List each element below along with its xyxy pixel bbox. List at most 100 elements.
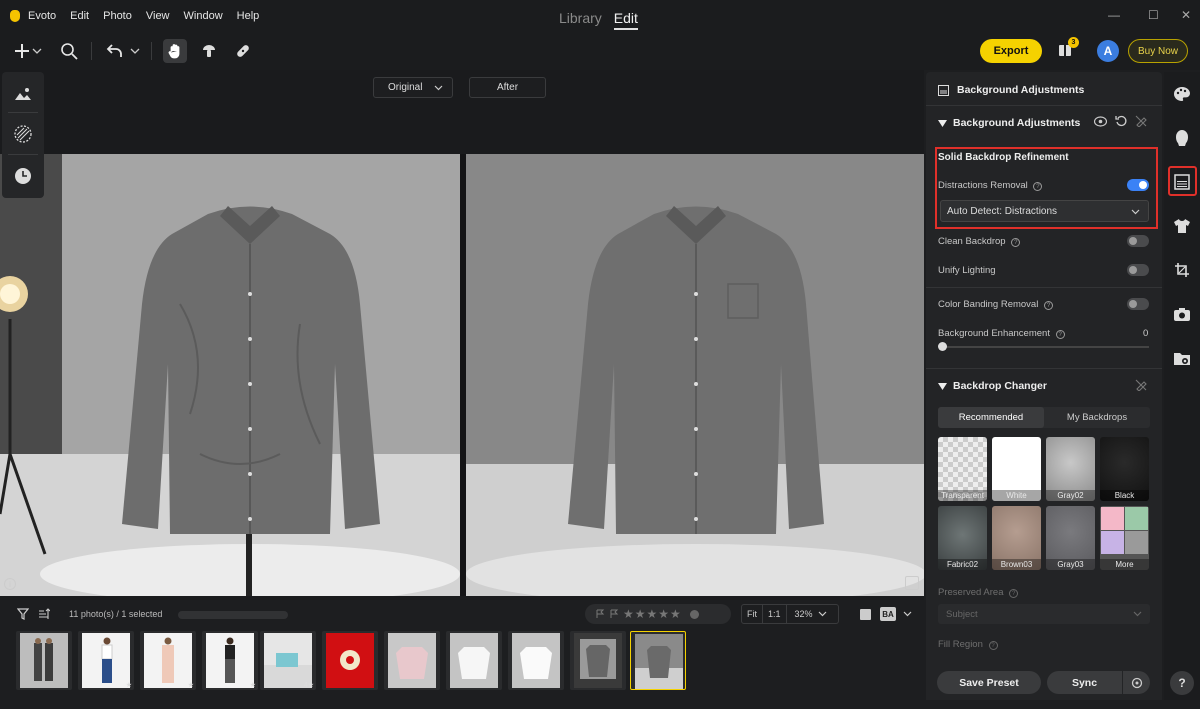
thumbnail[interactable]: ★ <box>202 631 258 690</box>
star-rating[interactable]: ★★★★★ <box>623 607 682 621</box>
section-title: Backdrop Changer <box>953 380 1047 392</box>
help-icon[interactable]: ? <box>1055 330 1065 339</box>
close-icon[interactable]: ✕ <box>1181 8 1191 22</box>
clothing-icon[interactable] <box>1172 216 1192 236</box>
menu-view[interactable]: View <box>146 10 170 22</box>
folder-view-icon[interactable] <box>1172 348 1192 368</box>
backdrop-white[interactable]: White <box>992 437 1041 501</box>
color-label-dot[interactable] <box>689 609 699 619</box>
export-button[interactable]: Export <box>980 39 1042 63</box>
maximize-icon[interactable]: ☐ <box>1148 8 1159 22</box>
backdrop-more[interactable]: More <box>1100 506 1149 570</box>
view-options-chevron-icon[interactable] <box>903 611 912 617</box>
eraser-disabled-icon[interactable] <box>1135 379 1147 391</box>
zoom-fit-button[interactable]: Fit <box>742 605 763 623</box>
split-view-icon[interactable] <box>905 576 919 590</box>
help-icon[interactable]: ? <box>1011 238 1021 247</box>
bg-enhancement-slider-track[interactable] <box>940 346 1149 348</box>
backdrop-black[interactable]: Black <box>1100 437 1149 501</box>
backdrop-brown03[interactable]: Brown03 <box>992 506 1041 570</box>
backdrop-transparent[interactable]: Transparent <box>938 437 987 501</box>
filter-icon[interactable] <box>17 608 29 620</box>
help-button[interactable]: ? <box>1170 671 1194 695</box>
help-icon[interactable]: ? <box>1009 589 1019 598</box>
thumbnail[interactable] <box>570 631 626 690</box>
thumbnail[interactable]: ★ <box>78 631 134 690</box>
undo-history-chevron-icon[interactable] <box>128 40 142 62</box>
view-mode-select[interactable]: Original <box>373 77 453 98</box>
menu-edit[interactable]: Edit <box>70 10 89 22</box>
preserved-area-text: Preserved Area <box>938 587 1004 598</box>
buy-now-button[interactable]: Buy Now <box>1128 39 1188 63</box>
face-retouch-icon[interactable] <box>1172 128 1192 148</box>
reject-flag-icon[interactable] <box>609 609 619 619</box>
backdrop-label: More <box>1100 559 1149 570</box>
section-title: Background Adjustments <box>953 117 1081 129</box>
palette-icon[interactable] <box>1172 84 1192 104</box>
visibility-eye-icon[interactable] <box>1094 116 1107 127</box>
thumbnail-selected[interactable] <box>630 631 686 690</box>
tab-edit[interactable]: Edit <box>613 10 638 30</box>
info-icon[interactable]: i <box>4 578 16 590</box>
minimize-icon[interactable]: — <box>1108 8 1120 22</box>
single-view-icon[interactable] <box>860 609 871 620</box>
flag-icon[interactable] <box>595 609 605 619</box>
save-preset-button[interactable]: Save Preset <box>937 671 1041 694</box>
backdrop-gray02[interactable]: Gray02 <box>1046 437 1095 501</box>
backdrop-gray03[interactable]: Gray03 <box>1046 506 1095 570</box>
unify-lighting-toggle[interactable] <box>1127 264 1149 276</box>
thumbnail[interactable] <box>322 631 378 690</box>
sort-icon[interactable] <box>38 608 50 620</box>
eraser-disabled-icon[interactable] <box>1135 115 1147 127</box>
reset-icon[interactable] <box>1115 115 1127 127</box>
zoom-level-select[interactable]: 32% <box>787 605 818 623</box>
after-view-button[interactable]: After <box>469 77 546 98</box>
fill-region-label: Fill Region ? <box>938 639 998 650</box>
help-icon[interactable]: ? <box>988 641 998 650</box>
undo-icon[interactable] <box>104 40 126 62</box>
more-swatch-gray <box>1125 531 1148 554</box>
sync-button[interactable]: Sync <box>1047 671 1122 694</box>
tab-recommended[interactable]: Recommended <box>938 407 1044 428</box>
preserved-area-select[interactable]: Subject <box>938 604 1150 624</box>
camera-icon[interactable] <box>1172 304 1192 324</box>
notifications-button[interactable]: 3 <box>1058 37 1079 59</box>
section-header-backdrop-changer[interactable]: Backdrop Changer <box>938 380 1047 392</box>
thumbnail[interactable] <box>384 631 440 690</box>
crop-icon[interactable] <box>1172 260 1192 280</box>
thumbnail[interactable]: ★ <box>140 631 196 690</box>
tab-library[interactable]: Library <box>559 10 602 30</box>
thumbnail[interactable] <box>508 631 564 690</box>
landscape-adjust-icon[interactable] <box>13 84 33 104</box>
mushroom-tool-icon[interactable] <box>198 40 220 62</box>
color-banding-toggle[interactable] <box>1127 298 1149 310</box>
menu-photo[interactable]: Photo <box>103 10 132 22</box>
hand-tool-icon[interactable] <box>163 39 187 63</box>
thumbnail-rating: 4★ <box>303 682 314 689</box>
history-clock-icon[interactable] <box>13 166 33 186</box>
search-icon[interactable] <box>58 40 80 62</box>
texture-tool-icon[interactable] <box>13 124 33 144</box>
add-dropdown-chevron-icon[interactable] <box>30 40 44 62</box>
zoom-1to1-button[interactable]: 1:1 <box>763 605 787 623</box>
menu-window[interactable]: Window <box>184 10 223 22</box>
zoom-controls: Fit 1:1 32% <box>741 604 839 624</box>
bg-enhancement-slider-handle[interactable] <box>938 342 947 351</box>
clean-backdrop-toggle[interactable] <box>1127 235 1149 247</box>
backdrop-fabric02[interactable]: Fabric02 <box>938 506 987 570</box>
section-header-background-adjustments[interactable]: Background Adjustments <box>938 117 1080 129</box>
bandage-tool-icon[interactable] <box>232 40 254 62</box>
tab-my-backdrops[interactable]: My Backdrops <box>1044 407 1150 428</box>
toolbar-divider <box>151 42 152 60</box>
panel-title: Background Adjustments <box>957 84 1085 96</box>
before-after-view-icon[interactable]: BA <box>880 607 896 621</box>
chevron-down-icon <box>818 611 826 617</box>
sync-settings-button[interactable] <box>1123 671 1150 694</box>
help-icon[interactable]: ? <box>1043 301 1053 310</box>
thumbnail[interactable] <box>446 631 502 690</box>
menu-help[interactable]: Help <box>237 10 260 22</box>
thumbnail-rating: ★ <box>187 682 194 689</box>
thumbnail[interactable] <box>16 631 72 690</box>
user-avatar[interactable]: A <box>1097 40 1119 62</box>
thumbnail[interactable]: 4★ <box>260 631 316 690</box>
